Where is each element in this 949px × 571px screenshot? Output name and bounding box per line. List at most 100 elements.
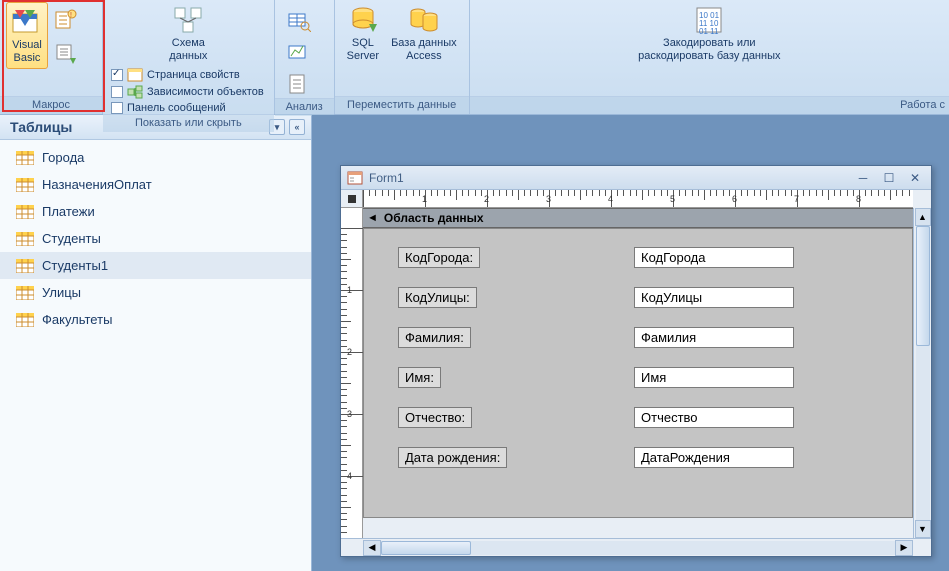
ribbon-group-encode-label: Работа с <box>470 96 949 114</box>
ribbon-group-macro: Visual Basic ! Макрос <box>0 0 103 114</box>
detail-section-label: Область данных <box>384 211 484 225</box>
relationships-button[interactable]: Схема данных <box>163 2 213 65</box>
visual-basic-label: Visual Basic <box>12 39 42 65</box>
nav-item-label: НазначенияОплат <box>42 177 152 192</box>
ribbon-group-move-data: SQL Server База данных Access Переместит… <box>335 0 470 114</box>
table-icon <box>16 259 34 273</box>
macros-run-button[interactable]: ! <box>50 6 82 34</box>
analyze-doc-icon <box>287 72 311 96</box>
nav-item-table[interactable]: НазначенияОплат <box>0 171 311 198</box>
mdi-area: Form1 ─ ☐ ✕ 123456789 1234 ◄ Об <box>312 115 949 571</box>
form-field-textbox[interactable]: ДатаРождения <box>634 447 794 468</box>
sql-server-label: SQL Server <box>347 37 379 63</box>
form-field-textbox[interactable]: КодУлицы <box>634 287 794 308</box>
scroll-right-button[interactable]: ▶ <box>895 540 913 556</box>
nav-item-table[interactable]: Студенты <box>0 225 311 252</box>
navigation-pane: Таблицы ▾ « ГородаНазначенияОплатПлатежи… <box>0 115 312 571</box>
access-db-button[interactable]: База данных Access <box>385 2 463 65</box>
analyze-perf-button[interactable] <box>283 38 315 66</box>
close-button[interactable]: ✕ <box>905 170 925 186</box>
ribbon-group-macro-label: Макрос <box>0 96 102 114</box>
ribbon-group-encode: 10 0111 1001 11 Закодировать или раскоди… <box>470 0 949 114</box>
form-field-label[interactable]: КодУлицы: <box>398 287 477 308</box>
table-icon <box>16 313 34 327</box>
nav-collapse-button[interactable]: « <box>289 119 305 135</box>
ribbon-group-move-data-label: Переместить данные <box>335 96 469 114</box>
ribbon-group-showhide-label: Показать или скрыть <box>103 114 274 132</box>
form-titlebar[interactable]: Form1 ─ ☐ ✕ <box>341 166 931 190</box>
sql-server-button[interactable]: SQL Server <box>341 2 385 65</box>
table-icon <box>16 151 34 165</box>
maximize-button[interactable]: ☐ <box>879 170 899 186</box>
nav-pane-title: Таблицы <box>10 119 72 135</box>
form-field-textbox[interactable]: Отчество <box>634 407 794 428</box>
ribbon-group-schema: Схема данных Страница свойств Зависимост… <box>103 0 275 114</box>
scroll-left-button[interactable]: ◀ <box>363 540 381 556</box>
encode-db-label: Закодировать или раскодировать базу данн… <box>638 37 780 63</box>
form-field-textbox[interactable]: Фамилия <box>634 327 794 348</box>
analyze-table-button[interactable] <box>283 6 315 34</box>
scroll-up-button[interactable]: ▲ <box>915 208 931 226</box>
nav-item-table[interactable]: Факультеты <box>0 306 311 333</box>
analyze-perf-icon <box>287 40 311 64</box>
nav-item-table[interactable]: Города <box>0 144 311 171</box>
macros-icon: ! <box>54 8 78 32</box>
checkbox-icon <box>111 86 123 98</box>
nav-item-table[interactable]: Платежи <box>0 198 311 225</box>
nav-item-label: Студенты <box>42 231 101 246</box>
property-sheet-toggle[interactable]: Страница свойств <box>111 68 264 82</box>
encode-icon: 10 0111 1001 11 <box>693 4 725 36</box>
table-icon <box>16 178 34 192</box>
nav-item-label: Платежи <box>42 204 95 219</box>
ribbon-group-analysis: Анализ <box>275 0 335 114</box>
property-sheet-toggle-label: Страница свойств <box>147 69 240 81</box>
workarea: Таблицы ▾ « ГородаНазначенияОплатПлатежи… <box>0 115 949 571</box>
nav-item-label: Факультеты <box>42 312 112 327</box>
encode-db-button[interactable]: 10 0111 1001 11 Закодировать или раскоди… <box>632 2 786 65</box>
form-field-label[interactable]: Имя: <box>398 367 441 388</box>
vertical-scrollbar[interactable]: ▲ ▼ <box>913 208 931 538</box>
section-arrow-icon: ◄ <box>367 212 378 224</box>
relationships-label: Схема данных <box>169 37 207 63</box>
detail-section-header[interactable]: ◄ Область данных <box>363 208 913 228</box>
ribbon: Visual Basic ! Макрос Схема данных <box>0 0 949 115</box>
svg-text:01 11: 01 11 <box>699 27 719 36</box>
nav-item-table[interactable]: Улицы <box>0 279 311 306</box>
scroll-down-button[interactable]: ▼ <box>915 520 931 538</box>
dependencies-icon <box>127 85 143 99</box>
relationships-icon <box>172 4 204 36</box>
form-field-textbox[interactable]: КодГорода <box>634 247 794 268</box>
ribbon-group-analysis-label: Анализ <box>275 98 334 116</box>
nav-item-table[interactable]: Студенты1 <box>0 252 311 279</box>
horizontal-ruler-row: 123456789 <box>341 190 931 208</box>
analyze-doc-button[interactable] <box>283 70 315 98</box>
form-field-label[interactable]: Дата рождения: <box>398 447 507 468</box>
message-bar-toggle[interactable]: Панель сообщений <box>111 102 264 114</box>
macros-convert-button[interactable] <box>50 38 82 66</box>
horizontal-scrollbar[interactable]: ◀ ▶ <box>341 538 931 556</box>
sql-server-icon <box>347 4 379 36</box>
form-design-surface[interactable]: ◄ Область данных КодГорода: КодГорода КодУ… <box>363 208 913 538</box>
object-dependencies-toggle-label: Зависимости объектов <box>147 86 264 98</box>
minimize-button[interactable]: ─ <box>853 170 873 186</box>
form-field-label[interactable]: Фамилия: <box>398 327 471 348</box>
horizontal-ruler[interactable]: 123456789 <box>363 190 913 208</box>
form-icon <box>347 171 363 185</box>
form-field-label[interactable]: КодГорода: <box>398 247 480 268</box>
nav-item-label: Студенты1 <box>42 258 108 273</box>
table-icon <box>16 205 34 219</box>
checkbox-checked-icon <box>111 69 123 81</box>
hscroll-thumb[interactable] <box>381 541 471 555</box>
nav-item-label: Города <box>42 150 84 165</box>
form-field-label[interactable]: Отчество: <box>398 407 472 428</box>
form-field-textbox[interactable]: Имя <box>634 367 794 388</box>
convert-icon <box>54 40 78 64</box>
nav-list: Города НазначенияОплат Платежи Студенты Студ… <box>0 140 311 337</box>
visual-basic-button[interactable]: Visual Basic <box>6 2 48 69</box>
visual-basic-icon <box>11 6 43 38</box>
object-dependencies-toggle[interactable]: Зависимости объектов <box>111 85 264 99</box>
form-selector[interactable] <box>341 190 363 208</box>
detail-section-area[interactable]: КодГорода: КодГорода КодУлицы: КодУлицы Фами… <box>363 228 913 518</box>
vscroll-thumb[interactable] <box>916 226 930 346</box>
vertical-ruler[interactable]: 1234 <box>341 208 363 538</box>
